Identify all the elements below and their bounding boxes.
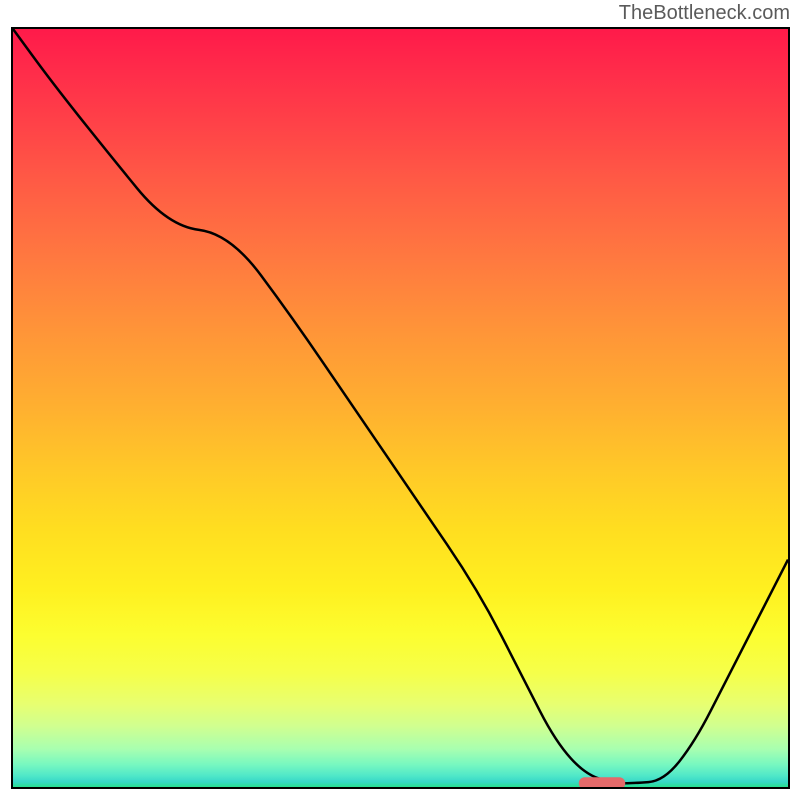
chart-plot-area [11, 27, 790, 789]
optimal-marker [579, 777, 626, 787]
bottleneck-curve-line [13, 29, 788, 783]
chart-svg [13, 29, 788, 787]
watermark-text: TheBottleneck.com [619, 2, 790, 25]
